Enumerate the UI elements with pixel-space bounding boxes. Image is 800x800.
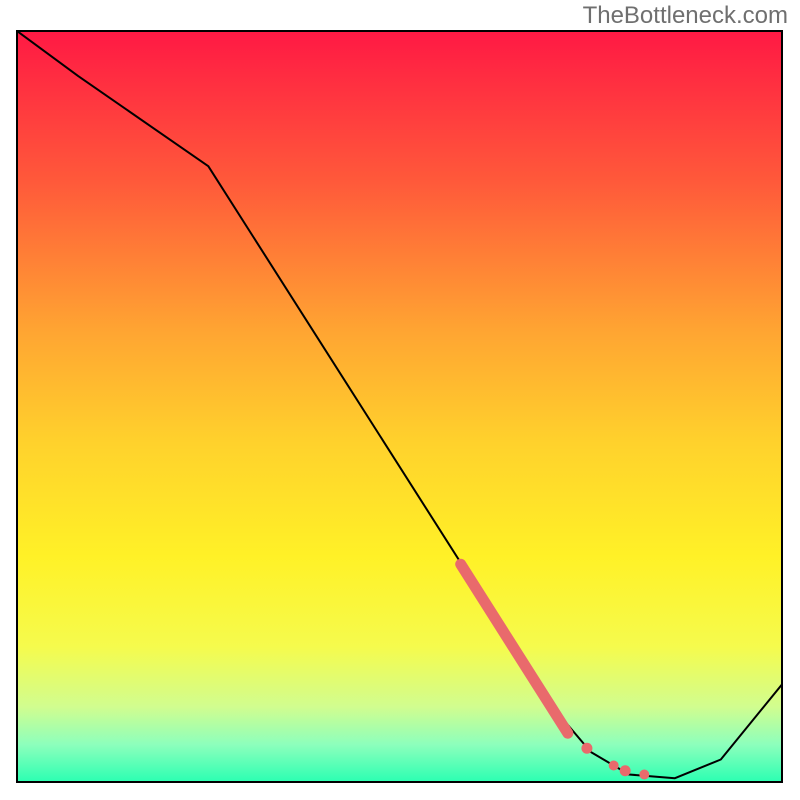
highlight-point xyxy=(581,743,592,754)
highlight-point xyxy=(609,760,619,770)
watermark-text: TheBottleneck.com xyxy=(583,2,788,30)
highlight-point xyxy=(639,769,649,779)
chart-stage: TheBottleneck.com xyxy=(0,0,800,800)
bottleneck-chart xyxy=(0,0,800,800)
gradient-background xyxy=(17,31,782,782)
highlight-point xyxy=(620,765,631,776)
